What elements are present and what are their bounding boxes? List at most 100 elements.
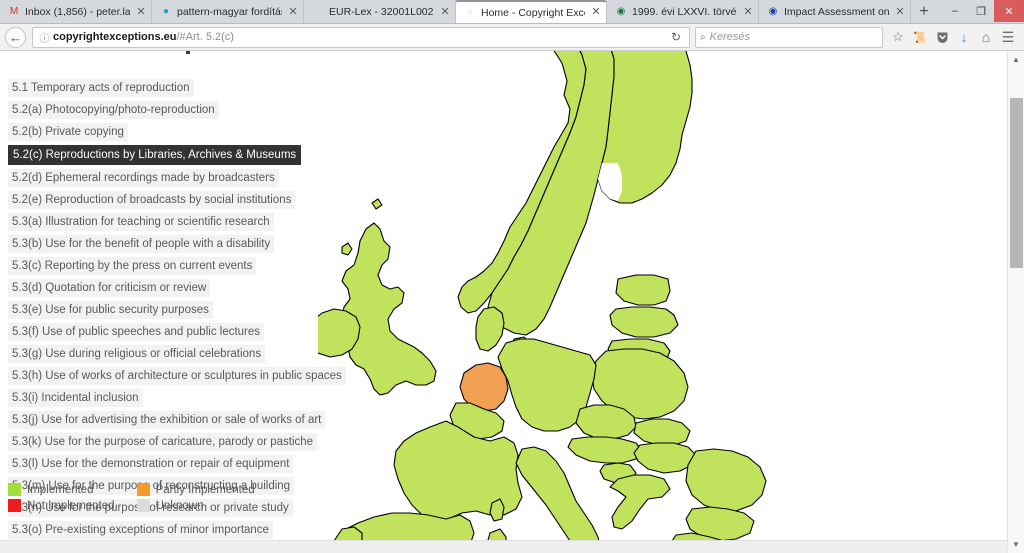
europe-map[interactable]	[318, 51, 998, 546]
country-latvia[interactable]	[609, 306, 679, 338]
legend-entry: Unknown	[136, 499, 255, 512]
legend-swatch	[136, 483, 150, 496]
legend-entry: Implemented	[8, 483, 115, 496]
close-button[interactable]: ✕	[994, 0, 1024, 22]
search-icon: ⌕	[700, 31, 706, 43]
browser-tab[interactable]: ● pattern-magyar fordítás- ✕	[152, 1, 304, 23]
exception-item[interactable]: 5.3(f) Use of public speeches and public…	[8, 323, 265, 341]
exception-item[interactable]: 5.3(h) Use of works of architecture or s…	[8, 367, 346, 385]
exception-item[interactable]: 5.3(d) Quotation for criticism or review	[8, 279, 211, 297]
scrollbar-thumb[interactable]	[1009, 98, 1023, 268]
exception-item[interactable]: 5.2(b) Private copying	[8, 123, 128, 141]
exception-item[interactable]: 5.2(e) Reproduction of broadcasts by soc…	[8, 191, 296, 209]
exception-item[interactable]: 5.3(e) Use for public security purposes	[8, 301, 213, 319]
exception-item[interactable]: 5.3(o) Pre-existing exceptions of minor …	[8, 521, 273, 539]
tab-close-icon[interactable]: ✕	[287, 6, 299, 18]
exception-item[interactable]: 5.2(d) Ephemeral recordings made by broa…	[8, 169, 279, 187]
exception-item[interactable]: 5.3(g) Use during religious or official …	[8, 345, 266, 363]
navigation-toolbar: ← ⓘ copyrightexceptions.eu/#Art. 5.2(c) …	[0, 24, 1024, 51]
country-croatia[interactable]	[609, 474, 671, 530]
exception-item[interactable]: 5.3(b) Use for the benefit of people wit…	[8, 235, 275, 253]
menu-hamburger-icon[interactable]: ☰	[997, 26, 1019, 48]
reader-list-icon[interactable]: 📜	[909, 26, 931, 48]
minimize-button[interactable]: –	[942, 0, 968, 22]
address-bar[interactable]: ⓘ copyrightexceptions.eu/#Art. 5.2(c) ↻	[32, 26, 690, 48]
country-italy[interactable]	[515, 446, 601, 546]
tab-favicon-icon: ■	[466, 6, 474, 18]
exception-item[interactable]: 5.3(a) Illustration for teaching or scie…	[8, 213, 274, 231]
browser-tab[interactable]: ◉ 1999. évi LXXVI. törvény - ✕	[607, 1, 759, 23]
island-hebrides	[341, 242, 353, 256]
island-orkney	[371, 198, 383, 210]
exception-item-selected[interactable]: 5.2(c) Reproductions by Libraries, Archi…	[8, 145, 302, 165]
legend-swatch	[8, 499, 21, 512]
tab-favicon-icon: ●	[162, 6, 170, 17]
country-hungary[interactable]	[633, 442, 697, 474]
legend-swatch	[136, 499, 150, 512]
tabs-container: M Inbox (1,856) - peter.labo ✕ ● pattern-mag…	[0, 0, 911, 23]
country-estonia[interactable]	[615, 274, 671, 306]
url-domain: copyrightexceptions.eu	[53, 31, 177, 43]
pocket-shield-glyph	[937, 32, 947, 43]
page-content: 5.1 Temporary acts of reproduction 5.2(a)…	[0, 51, 1007, 553]
exception-list: 5.1 Temporary acts of reproduction 5.2(a)…	[8, 79, 346, 553]
scroll-down-arrow[interactable]: ▼	[1008, 536, 1024, 553]
tab-close-icon[interactable]: ✕	[894, 6, 906, 18]
tab-close-icon[interactable]: ✕	[135, 6, 147, 18]
country-denmark[interactable]	[475, 306, 505, 352]
bookmark-star-icon[interactable]: ☆	[887, 26, 909, 48]
cut-off-page-element	[186, 51, 190, 54]
exception-item[interactable]: 5.3(k) Use for the purpose of caricature…	[8, 433, 318, 451]
tab-close-icon[interactable]: ✕	[742, 6, 754, 18]
page-scrollbar[interactable]: ▲ ▼	[1007, 51, 1024, 553]
country-austria[interactable]	[567, 436, 643, 464]
country-sweden[interactable]	[487, 51, 615, 336]
country-slovakia[interactable]	[633, 418, 691, 446]
tab-favicon-icon: M	[9, 6, 19, 17]
legend-label: Partly Implemented	[155, 483, 255, 496]
browser-tab[interactable]: ■ Home - Copyright Except ✕	[455, 0, 607, 23]
back-button[interactable]: ←	[5, 26, 26, 48]
exception-item[interactable]: 5.3(j) Use for advertising the exhibitio…	[8, 411, 326, 429]
tab-title: Impact Assessment on th	[784, 6, 889, 18]
tab-favicon-icon	[312, 6, 324, 18]
exception-item[interactable]: 5.2(a) Photocopying/photo-reproduction	[8, 101, 219, 119]
restore-button[interactable]: ❐	[968, 0, 994, 22]
country-romania[interactable]	[685, 448, 767, 512]
tab-title: Home - Copyright Except	[481, 6, 585, 19]
tab-title: Inbox (1,856) - peter.labo	[25, 6, 130, 18]
gulf-of-bothnia	[598, 163, 622, 201]
country-united-kingdom[interactable]	[341, 222, 437, 396]
legend-label: Not Implemented	[27, 499, 115, 512]
tab-close-icon[interactable]: ✕	[590, 7, 602, 18]
scrollbar-track[interactable]	[1008, 68, 1024, 536]
scroll-up-arrow[interactable]: ▲	[1008, 51, 1024, 68]
home-icon[interactable]: ⌂	[975, 26, 997, 48]
tab-strip: M Inbox (1,856) - peter.labo ✕ ● pattern-mag…	[0, 0, 1024, 24]
downloads-icon[interactable]: ↓	[953, 26, 975, 48]
browser-tab[interactable]: ◉ Impact Assessment on th ✕	[759, 1, 911, 23]
browser-window: M Inbox (1,856) - peter.labo ✕ ● pattern-mag…	[0, 0, 1024, 553]
legend-entry: Partly Implemented	[136, 483, 255, 496]
exception-item[interactable]: 5.3(l) Use for the demonstration or repa…	[8, 455, 294, 473]
europe-map-svg[interactable]	[318, 51, 998, 546]
exception-item[interactable]: 5.1 Temporary acts of reproduction	[8, 79, 194, 97]
tab-close-icon[interactable]: ✕	[439, 6, 451, 18]
exception-item[interactable]: 5.3(i) Incidental inclusion	[8, 389, 143, 407]
tab-title: EUR-Lex - 32001L0029 - HU	[329, 6, 434, 18]
search-bar[interactable]: ⌕ Keresés	[695, 26, 883, 48]
browser-tab[interactable]: EUR-Lex - 32001L0029 - HU ✕	[304, 1, 456, 23]
page-bottom-strip	[0, 540, 1007, 553]
browser-tab[interactable]: M Inbox (1,856) - peter.labo ✕	[0, 1, 152, 23]
pocket-shield-icon[interactable]	[931, 26, 953, 48]
site-identity-icon[interactable]: ⓘ	[36, 30, 53, 45]
new-tab-button[interactable]: +	[911, 1, 937, 23]
search-input-placeholder[interactable]: Keresés	[710, 31, 750, 43]
reload-icon[interactable]: ↻	[666, 30, 686, 44]
legend-entry: Not Implemented	[8, 499, 115, 512]
exception-item[interactable]: 5.3(c) Reporting by the press on current…	[8, 257, 257, 275]
url-text: copyrightexceptions.eu/#Art. 5.2(c)	[53, 31, 666, 43]
legend-label: Implemented	[27, 483, 94, 496]
url-path: /#Art. 5.2(c)	[176, 31, 234, 43]
tab-title: 1999. évi LXXVI. törvény -	[632, 6, 737, 18]
